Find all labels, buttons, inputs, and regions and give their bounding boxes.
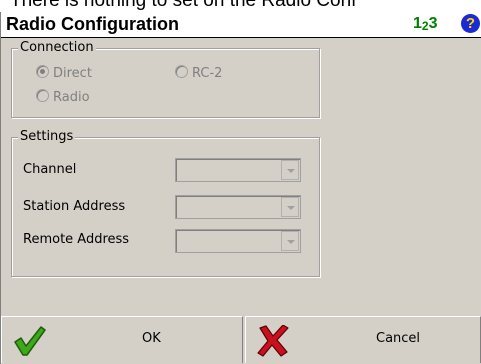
background-text: There is nothing to set on the Radio Con…: [10, 0, 357, 11]
station-address-label: Station Address: [23, 199, 126, 214]
numbers-icon-digit-1: 1: [413, 15, 422, 32]
radio-radio[interactable]: Radio: [36, 89, 90, 105]
radio-rc2-label: RC-2: [192, 66, 223, 81]
background-instruction-text: There is nothing to set on the Radio Con…: [0, 0, 481, 12]
settings-legend: Settings: [18, 129, 76, 144]
station-address-dropdown[interactable]: [175, 195, 301, 219]
radio-configuration-dialog: Radio Configuration 123 ? Connection Dir…: [0, 12, 481, 364]
cancel-label: Cancel: [376, 331, 421, 346]
channel-dropdown[interactable]: [175, 158, 301, 182]
radio-rc2-indicator[interactable]: [175, 65, 188, 78]
numbers-input-icon[interactable]: 123: [413, 15, 438, 33]
radio-radio-label: Radio: [53, 90, 90, 105]
radio-direct-indicator[interactable]: [36, 65, 49, 78]
numbers-icon-digit-2: 2: [421, 19, 429, 33]
connection-legend: Connection: [18, 40, 96, 55]
connection-group: Connection Direct RC-2 Radio: [11, 40, 320, 118]
radio-direct-label: Direct: [53, 66, 92, 81]
remote-address-dropdown[interactable]: [175, 229, 301, 253]
channel-label: Channel: [23, 162, 77, 177]
cancel-button[interactable]: Cancel: [245, 316, 481, 363]
ok-label: OK: [142, 331, 161, 346]
chevron-down-icon[interactable]: [281, 160, 299, 180]
radio-direct[interactable]: Direct: [36, 65, 92, 81]
title-bar: Radio Configuration 123 ?: [1, 12, 481, 38]
chevron-down-icon[interactable]: [281, 197, 299, 217]
radio-rc2[interactable]: RC-2: [175, 65, 222, 81]
help-icon[interactable]: ?: [461, 14, 480, 33]
settings-group: Settings Channel Station Address Remote …: [11, 129, 320, 277]
dialog-title: Radio Configuration: [6, 14, 179, 34]
chevron-down-icon[interactable]: [281, 231, 299, 251]
cross-icon: [257, 325, 289, 357]
remote-address-label: Remote Address: [23, 232, 130, 247]
ok-button[interactable]: OK: [1, 316, 243, 363]
numbers-icon-digit-3: 3: [428, 15, 438, 32]
checkmark-icon: [14, 326, 46, 356]
radio-radio-indicator[interactable]: [36, 89, 49, 102]
